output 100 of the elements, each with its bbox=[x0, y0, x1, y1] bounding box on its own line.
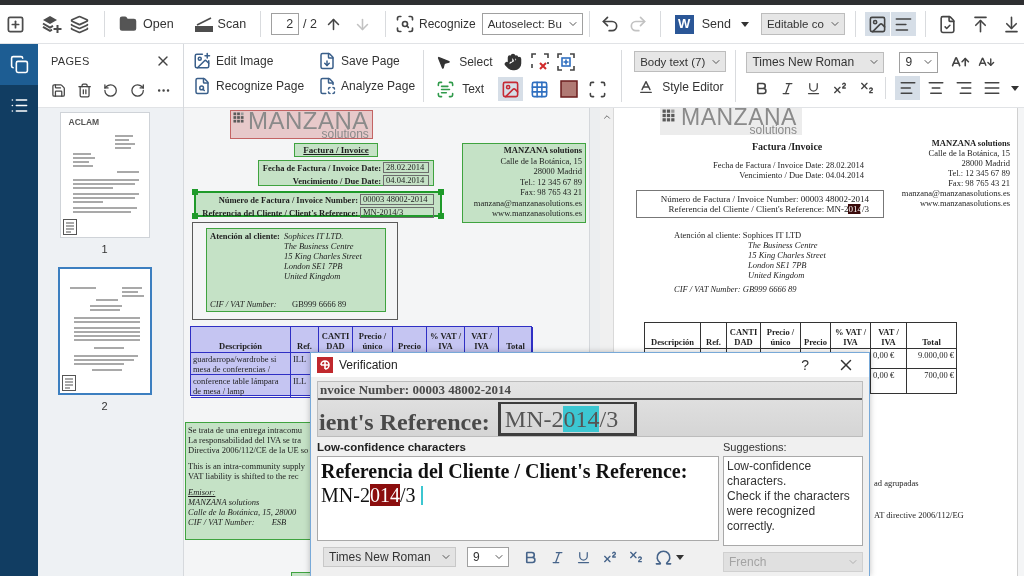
layers-icon[interactable] bbox=[70, 14, 89, 34]
page-number-field[interactable]: 2 bbox=[271, 13, 300, 35]
align-left-button[interactable] bbox=[895, 76, 921, 100]
font-dropdown[interactable]: Times New Roman bbox=[746, 51, 885, 73]
undo-icon[interactable] bbox=[599, 14, 620, 34]
editor-heading-text: Referencia del Cliente / Client's Reference: bbox=[321, 459, 689, 483]
zone-text: Se trata de una entrega intracomu bbox=[188, 425, 302, 435]
font-dropdown[interactable]: Times New Roman bbox=[323, 547, 456, 567]
resize-handle[interactable] bbox=[192, 213, 198, 219]
subscript-icon[interactable] bbox=[628, 549, 644, 565]
hand-icon[interactable] bbox=[504, 53, 523, 71]
logo-dots-icon bbox=[233, 112, 244, 123]
document-text: United Kingdom bbox=[748, 270, 805, 280]
text-zone[interactable]: Atención al cliente: Sophices IT LTD. The Business Centre 15 King Charles Street London SE1 7PB United Kingdom CIF / VAT Number: GB999 6666 89 bbox=[206, 228, 386, 312]
recognize-button[interactable]: Recognize bbox=[393, 12, 478, 36]
caret-icon[interactable] bbox=[740, 21, 749, 27]
autoselect-dropdown[interactable]: Autoselect: Bu bbox=[481, 13, 583, 35]
table-cell: 700,00 € bbox=[924, 370, 954, 380]
background-area-icon bbox=[559, 80, 578, 98]
delete-area-icon[interactable] bbox=[531, 53, 550, 71]
column-header: Total bbox=[506, 341, 525, 351]
document-text: CIF / VAT Number: GB999 6666 89 bbox=[674, 284, 797, 294]
resize-handle[interactable] bbox=[192, 189, 198, 195]
omega-icon[interactable] bbox=[654, 547, 673, 567]
document-text: manzana@manzanasolutions.es bbox=[901, 188, 1010, 198]
column-header: Precio / único bbox=[357, 331, 388, 351]
column-header: VAT / IVA bbox=[470, 331, 493, 351]
scan-button[interactable]: Scan bbox=[191, 13, 249, 35]
page-thumbnail[interactable] bbox=[57, 267, 152, 395]
add-area-icon[interactable] bbox=[557, 53, 576, 71]
scroll-up-icon[interactable] bbox=[601, 112, 612, 122]
picture-area-tool[interactable] bbox=[498, 77, 524, 101]
page-type-icon bbox=[61, 375, 76, 391]
suggestion-text: Check if the characters were recognized correctly. bbox=[727, 489, 851, 534]
pages-icon bbox=[9, 55, 29, 74]
help-button[interactable]: ? bbox=[799, 357, 811, 373]
caret-icon[interactable] bbox=[676, 554, 684, 560]
underline-icon[interactable] bbox=[576, 549, 591, 565]
superscript-icon[interactable] bbox=[602, 549, 618, 565]
text-style-icon bbox=[638, 79, 655, 95]
text-zone[interactable]: Factura / Invoice bbox=[294, 143, 378, 157]
document-text: 28000 Madrid bbox=[961, 158, 1010, 168]
zone-value: 00003 48002-2014 bbox=[360, 194, 434, 205]
folder-icon bbox=[119, 15, 137, 33]
section-label: Low-confidence characters bbox=[317, 440, 467, 454]
text-zone[interactable]: Número de Factura / Invoice Number: 00003 48002-2014 Referencia del Cliente / Client's Reference: MN-2014/3 bbox=[194, 191, 442, 217]
column-header: CANTI DAD bbox=[321, 331, 350, 351]
zone-text: 15 King Charles Street bbox=[284, 251, 363, 261]
file-scan-icon bbox=[318, 77, 337, 95]
region-zone[interactable] bbox=[192, 222, 398, 320]
rotate-right-icon[interactable] bbox=[129, 82, 145, 99]
text-zone[interactable]: MANZANA solutions Calle de la Botánica, 15 28000 Madrid Tel.: 12 345 67 89 Fax: 98 765 43 21 manzana@manzanasolutions.es www.manzanasolutions.es bbox=[462, 143, 586, 223]
subscript-icon[interactable] bbox=[859, 80, 876, 96]
open-button[interactable]: Open bbox=[117, 13, 176, 35]
logo-word: MANZANA bbox=[248, 112, 369, 130]
scan-text-line: nvoice Number: 00003 48002-2014 bbox=[320, 382, 511, 397]
table-cell: 0,00 € bbox=[873, 350, 895, 360]
zone-text: Número de Factura / Invoice Number: bbox=[218, 194, 359, 205]
zone-text: London SE1 7PB bbox=[284, 261, 344, 271]
page-thumbnail[interactable]: ACLAM bbox=[59, 112, 150, 238]
edit-image-button[interactable]: Edit Image bbox=[193, 50, 305, 72]
text-zone[interactable]: Fecha de Factura / Invoice Date: 28.02.2014 Vencimiento / Due Date: 04.04.2014 bbox=[258, 160, 434, 186]
document-text: ad agrupadas bbox=[874, 478, 919, 488]
layers-plus-icon[interactable] bbox=[42, 14, 62, 34]
page-type-icon bbox=[62, 219, 77, 235]
zone-text: CIF / VAT Number: ESB bbox=[188, 517, 287, 527]
align-center-icon bbox=[927, 79, 945, 97]
trash-icon[interactable] bbox=[77, 82, 93, 99]
resize-handle[interactable] bbox=[438, 213, 444, 219]
italic-icon[interactable] bbox=[550, 549, 565, 565]
column-header: Descripción bbox=[651, 337, 694, 347]
paragraph-style-dropdown[interactable]: Body text (7) bbox=[634, 51, 727, 72]
text-area-tool[interactable]: Text bbox=[434, 77, 487, 101]
bold-icon[interactable] bbox=[754, 80, 770, 96]
underline-icon[interactable] bbox=[806, 80, 822, 96]
superscript-icon[interactable] bbox=[832, 80, 849, 96]
italic-icon[interactable] bbox=[780, 80, 796, 96]
output-mode-dropdown[interactable]: Editable co bbox=[760, 13, 845, 35]
text-view-toggle[interactable] bbox=[890, 12, 916, 36]
image-view-toggle[interactable] bbox=[864, 12, 890, 36]
recognize-page-button[interactable]: Recognize Page bbox=[193, 75, 305, 97]
font-size-dropdown[interactable]: 9 bbox=[899, 51, 939, 73]
font-size-dropdown[interactable]: 9 bbox=[467, 547, 509, 567]
file-check-icon[interactable] bbox=[937, 14, 957, 34]
save-page-button[interactable]: Save Page bbox=[318, 50, 416, 72]
pointer-icon bbox=[436, 54, 452, 70]
select-button[interactable]: Select bbox=[434, 52, 495, 72]
bold-icon[interactable] bbox=[523, 549, 538, 565]
caret-icon[interactable] bbox=[1011, 85, 1020, 91]
add-icon[interactable] bbox=[6, 14, 25, 34]
resize-handle[interactable] bbox=[438, 189, 444, 195]
zone-text: Calle de la Botánica, 15, 28000 bbox=[188, 507, 297, 517]
pages-panel-tab[interactable] bbox=[0, 44, 38, 85]
panel-title: PAGES bbox=[51, 55, 90, 67]
analyze-page-button[interactable]: Analyze Page bbox=[318, 75, 416, 97]
rotate-left-icon[interactable] bbox=[103, 82, 119, 99]
save-icon[interactable] bbox=[51, 82, 67, 99]
zone-text: Calle de la Botánica, 15 bbox=[500, 155, 582, 166]
style-editor-button[interactable]: Style Editor bbox=[634, 77, 728, 97]
send-button[interactable]: W Send bbox=[672, 12, 733, 36]
